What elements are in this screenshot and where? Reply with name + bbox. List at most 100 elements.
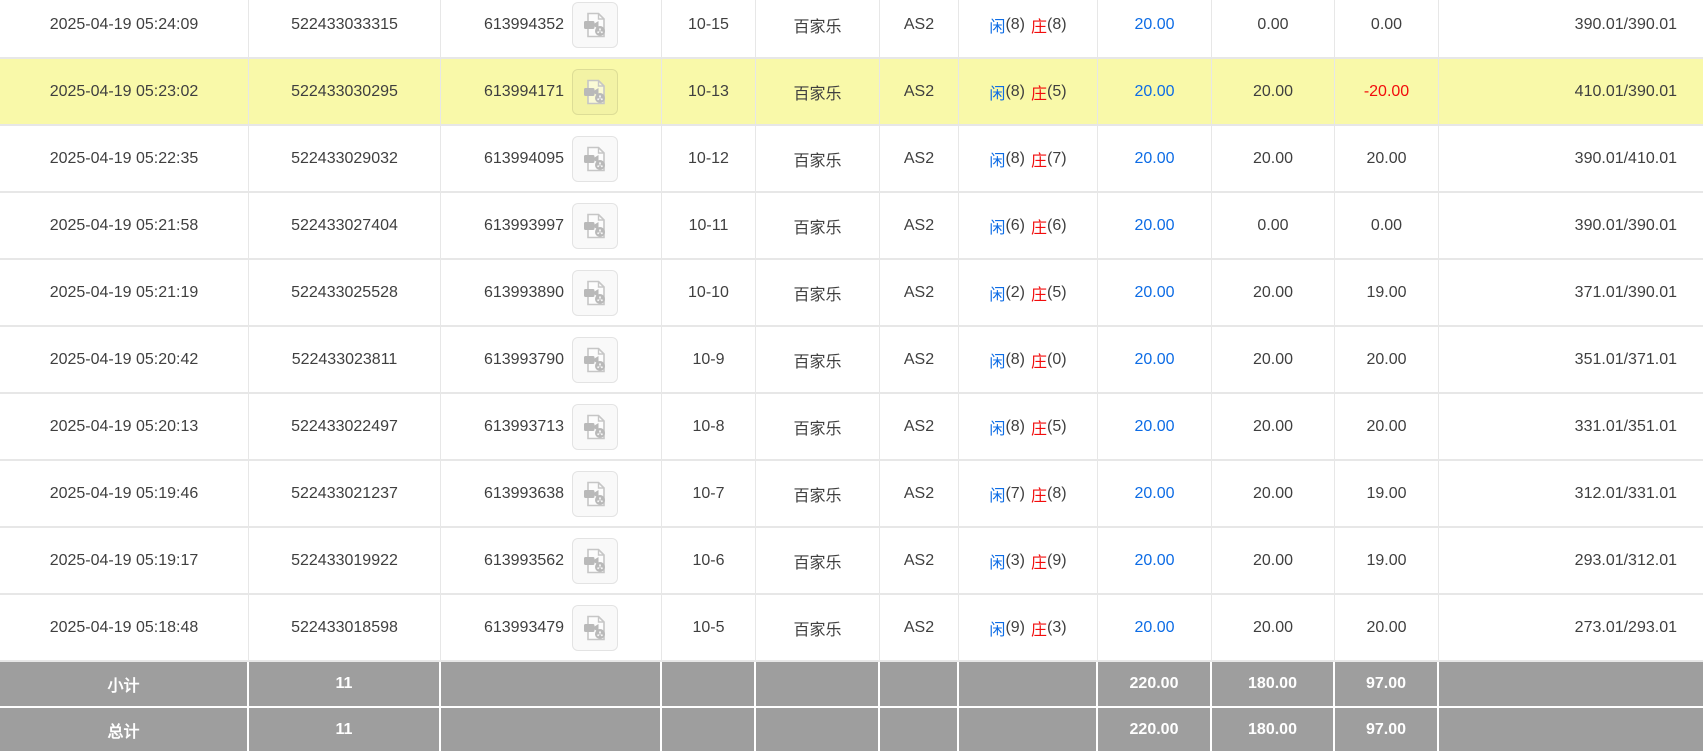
subtotal-empty-balance [1439,662,1703,706]
cell-table-name: AS2 [880,193,959,258]
valid-bet-link[interactable]: 20.00 [1134,619,1174,637]
cell-round: 10-9 [662,327,756,392]
cell-game-result: 闲(8)庄(0) [959,327,1098,392]
video-replay-button[interactable] [572,538,618,584]
cell-bet-amount: 20.00 [1212,126,1335,191]
video-replay-button[interactable] [572,136,618,182]
cell-game-name: 百家乐 [756,126,880,191]
table-row[interactable]: 2025-04-19 05:19:17 522433019922 6139935… [0,528,1703,595]
cell-table-name: AS2 [880,394,959,459]
cell-session-number: 613993479 [441,595,662,660]
video-replay-button[interactable] [572,471,618,517]
cell-table-name: AS2 [880,59,959,124]
cell-table-name: AS2 [880,0,959,57]
valid-bet-link[interactable]: 20.00 [1134,217,1174,235]
table-row[interactable]: 2025-04-19 05:19:46 522433021237 6139936… [0,461,1703,528]
banker-result-label: 庄 [1031,214,1047,238]
cell-bet-time: 2025-04-19 05:21:19 [0,260,249,325]
cell-bet-time: 2025-04-19 05:18:48 [0,595,249,660]
cell-bet-number: 522433033315 [249,0,441,57]
cell-bet-time: 2025-04-19 05:22:35 [0,126,249,191]
cell-win-loss: 19.00 [1335,461,1439,526]
cell-balance: 293.01/312.01 [1439,528,1703,593]
cell-game-name: 百家乐 [756,260,880,325]
cell-bet-amount: 0.00 [1212,193,1335,258]
video-file-icon [581,279,609,307]
banker-result-label: 庄 [1031,616,1047,640]
cell-game-result: 闲(8)庄(7) [959,126,1098,191]
player-result-label: 闲 [989,348,1005,372]
cell-game-name: 百家乐 [756,59,880,124]
banker-result-label: 庄 [1031,348,1047,372]
cell-game-result: 闲(7)庄(8) [959,461,1098,526]
video-replay-button[interactable] [572,2,618,48]
cell-round: 10-8 [662,394,756,459]
video-replay-button[interactable] [572,404,618,450]
cell-win-loss: 20.00 [1335,126,1439,191]
video-replay-button[interactable] [572,203,618,249]
banker-result-label: 庄 [1031,80,1047,104]
valid-bet-link[interactable]: 20.00 [1134,552,1174,570]
cell-bet-time: 2025-04-19 05:24:09 [0,0,249,57]
cell-session-number: 613994352 [441,0,662,57]
video-replay-button[interactable] [572,270,618,316]
cell-bet-amount: 20.00 [1212,461,1335,526]
cell-bet-number: 522433027404 [249,193,441,258]
table-row[interactable]: 2025-04-19 05:18:48 522433018598 6139934… [0,595,1703,662]
video-file-icon [581,212,609,240]
table-row[interactable]: 2025-04-19 05:20:13 522433022497 6139937… [0,394,1703,461]
subtotal-win-loss: 97.00 [1335,662,1439,706]
video-file-icon [581,346,609,374]
cell-table-name: AS2 [880,528,959,593]
cell-valid-bet: 20.00 [1098,595,1212,660]
cell-game-name: 百家乐 [756,327,880,392]
cell-session-number: 613993562 [441,528,662,593]
cell-round: 10-6 [662,528,756,593]
table-row[interactable]: 2025-04-19 05:21:19 522433025528 6139938… [0,260,1703,327]
cell-valid-bet: 20.00 [1098,528,1212,593]
video-file-icon [581,78,609,106]
total-bet-amount: 180.00 [1212,708,1335,751]
table-row[interactable]: 2025-04-19 05:24:09 522433033315 6139943… [0,0,1703,59]
banker-result-label: 庄 [1031,415,1047,439]
valid-bet-link[interactable]: 20.00 [1134,150,1174,168]
video-replay-button[interactable] [572,337,618,383]
cell-session-number: 613993638 [441,461,662,526]
total-empty-table [880,708,959,751]
cell-bet-number: 522433022497 [249,394,441,459]
cell-bet-number: 522433025528 [249,260,441,325]
subtotal-empty-session [441,662,662,706]
cell-bet-amount: 20.00 [1212,595,1335,660]
subtotal-valid-bet: 220.00 [1098,662,1212,706]
cell-game-name: 百家乐 [756,394,880,459]
total-label: 总计 [0,708,249,751]
cell-win-loss: 19.00 [1335,528,1439,593]
table-row[interactable]: 2025-04-19 05:23:02 522433030295 6139941… [0,59,1703,126]
total-empty-game [756,708,880,751]
player-result-label: 闲 [989,214,1005,238]
video-replay-button[interactable] [572,605,618,651]
cell-game-name: 百家乐 [756,528,880,593]
cell-round: 10-13 [662,59,756,124]
valid-bet-link[interactable]: 20.00 [1134,485,1174,503]
cell-balance: 312.01/331.01 [1439,461,1703,526]
valid-bet-link[interactable]: 20.00 [1134,418,1174,436]
cell-game-name: 百家乐 [756,461,880,526]
table-row[interactable]: 2025-04-19 05:22:35 522433029032 6139940… [0,126,1703,193]
table-row[interactable]: 2025-04-19 05:21:58 522433027404 6139939… [0,193,1703,260]
banker-result-label: 庄 [1031,147,1047,171]
cell-round: 10-7 [662,461,756,526]
cell-table-name: AS2 [880,327,959,392]
valid-bet-link[interactable]: 20.00 [1134,83,1174,101]
valid-bet-link[interactable]: 20.00 [1134,351,1174,369]
cell-bet-time: 2025-04-19 05:21:58 [0,193,249,258]
video-file-icon [581,614,609,642]
cell-session-number: 613994095 [441,126,662,191]
player-result-label: 闲 [989,281,1005,305]
cell-game-name: 百家乐 [756,193,880,258]
valid-bet-link[interactable]: 20.00 [1134,284,1174,302]
valid-bet-link[interactable]: 20.00 [1134,16,1174,34]
video-replay-button[interactable] [572,69,618,115]
table-row[interactable]: 2025-04-19 05:20:42 522433023811 6139937… [0,327,1703,394]
total-valid-bet: 220.00 [1098,708,1212,751]
